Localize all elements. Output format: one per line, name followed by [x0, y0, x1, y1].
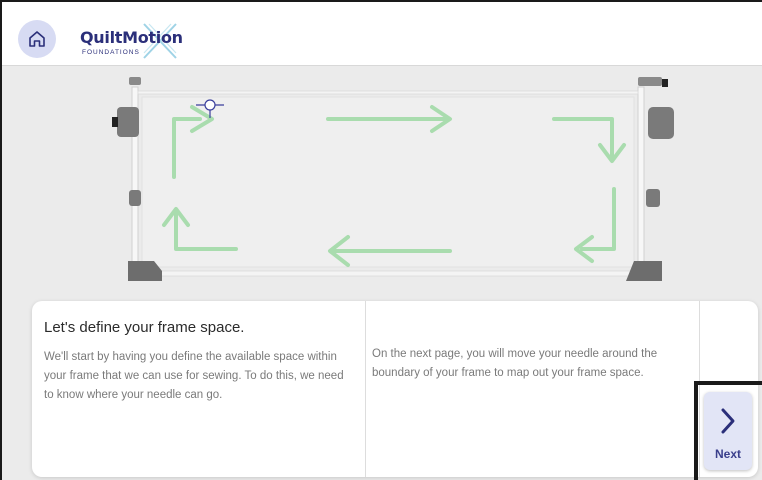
- app-screen: QuiltMotion FOUNDATIONS Let's define you…: [0, 0, 762, 480]
- info-title: Let's define your frame space.: [44, 319, 245, 336]
- next-button-label: Next: [714, 447, 741, 461]
- quilt-frame-diagram: [2, 67, 762, 303]
- home-button[interactable]: [18, 20, 56, 58]
- app-header: QuiltMotion FOUNDATIONS: [2, 2, 762, 66]
- logo-name: QuiltMotion: [80, 28, 183, 47]
- app-logo: QuiltMotion FOUNDATIONS: [80, 22, 200, 62]
- logo-subtitle: FOUNDATIONS: [82, 49, 140, 56]
- info-paragraph-1: We'll start by having you define the ava…: [44, 351, 344, 401]
- frame-illustration: [112, 77, 674, 281]
- info-card: Let's define your frame space. We'll sta…: [32, 301, 758, 477]
- info-column-2: On the next page, you will move your nee…: [366, 301, 700, 477]
- chevron-right-icon: [721, 408, 735, 434]
- info-column-1: Let's define your frame space. We'll sta…: [32, 301, 366, 477]
- next-button[interactable]: Next: [704, 392, 752, 470]
- home-icon: [29, 31, 45, 47]
- info-paragraph-2: On the next page, you will move your nee…: [372, 348, 658, 379]
